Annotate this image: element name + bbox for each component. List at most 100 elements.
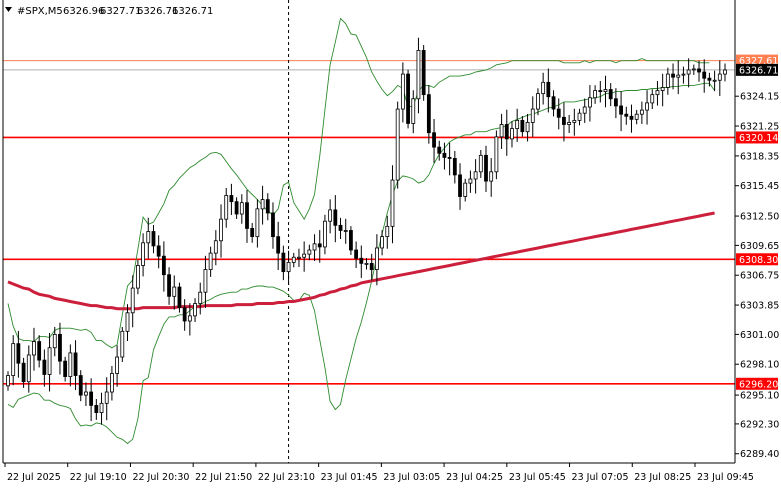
- candle-body[interactable]: [432, 132, 436, 148]
- candle-body[interactable]: [255, 208, 260, 238]
- candle-body[interactable]: [697, 68, 701, 73]
- candle-body[interactable]: [655, 90, 660, 96]
- candle-body[interactable]: [598, 90, 603, 92]
- candle-body[interactable]: [723, 69, 727, 75]
- candle-body[interactable]: [47, 347, 52, 375]
- candle-body[interactable]: [577, 112, 582, 121]
- candle-body[interactable]: [198, 291, 203, 304]
- candle-body[interactable]: [328, 209, 333, 222]
- candle-body[interactable]: [452, 158, 457, 176]
- candle-body[interactable]: [276, 236, 281, 254]
- candle-body[interactable]: [541, 81, 546, 95]
- candle-body[interactable]: [660, 87, 665, 91]
- candle-body[interactable]: [447, 157, 452, 159]
- candle-body[interactable]: [219, 218, 223, 242]
- candle-body[interactable]: [32, 341, 36, 356]
- candle-body[interactable]: [307, 249, 312, 255]
- candle-body[interactable]: [161, 255, 166, 276]
- candle-body[interactable]: [52, 333, 57, 349]
- candle-body[interactable]: [302, 253, 307, 258]
- candle-body[interactable]: [525, 122, 530, 133]
- candle-body[interactable]: [473, 171, 478, 180]
- candle-body[interactable]: [63, 360, 68, 377]
- candle-body[interactable]: [172, 286, 177, 297]
- candle-body[interactable]: [312, 243, 317, 251]
- candle-body[interactable]: [193, 303, 197, 317]
- candle-body[interactable]: [229, 195, 234, 203]
- candle-body[interactable]: [89, 391, 94, 406]
- candle-body[interactable]: [110, 373, 114, 393]
- candle-body[interactable]: [536, 93, 540, 110]
- candle-body[interactable]: [177, 286, 182, 309]
- candle-body[interactable]: [515, 119, 520, 130]
- candle-body[interactable]: [645, 102, 649, 111]
- candle-body[interactable]: [286, 261, 291, 273]
- candle-body[interactable]: [442, 152, 447, 158]
- candle-body[interactable]: [567, 122, 572, 125]
- candle-body[interactable]: [208, 252, 213, 270]
- candle-body[interactable]: [369, 262, 374, 270]
- candle-body[interactable]: [510, 128, 514, 140]
- candle-body[interactable]: [702, 71, 707, 79]
- candle-body[interactable]: [250, 228, 255, 238]
- candle-body[interactable]: [260, 199, 265, 210]
- candle-body[interactable]: [676, 74, 681, 78]
- candle-body[interactable]: [380, 236, 384, 249]
- candle-body[interactable]: [551, 96, 556, 110]
- chart-canvas[interactable]: 6289.40 6292.30 6295.10 6298.10 6301.00 6303.…: [0, 0, 781, 489]
- candle-body[interactable]: [99, 402, 104, 413]
- candle-body[interactable]: [271, 212, 275, 238]
- candle-body[interactable]: [374, 247, 379, 270]
- candle-body[interactable]: [608, 89, 613, 100]
- candle-body[interactable]: [499, 124, 504, 138]
- candle-body[interactable]: [556, 108, 561, 118]
- candle-body[interactable]: [478, 154, 483, 173]
- candle-body[interactable]: [717, 73, 722, 81]
- candle-body[interactable]: [338, 224, 343, 231]
- candle-body[interactable]: [359, 257, 364, 264]
- symbol-dropdown-icon[interactable]: [5, 7, 12, 12]
- candle-body[interactable]: [406, 73, 410, 124]
- candle-body[interactable]: [125, 312, 130, 332]
- candle-body[interactable]: [707, 77, 712, 81]
- candle-body[interactable]: [151, 231, 156, 247]
- candle-body[interactable]: [146, 231, 151, 244]
- candle-body[interactable]: [588, 97, 592, 108]
- candle-body[interactable]: [650, 94, 655, 104]
- candle-body[interactable]: [6, 375, 10, 387]
- candle-body[interactable]: [213, 240, 218, 254]
- candle-body[interactable]: [562, 116, 566, 125]
- candle-body[interactable]: [323, 220, 327, 248]
- candle-body[interactable]: [593, 90, 598, 99]
- candle-body[interactable]: [494, 136, 499, 173]
- candle-body[interactable]: [239, 202, 244, 215]
- candle-body[interactable]: [343, 230, 348, 232]
- candle-body[interactable]: [135, 265, 140, 289]
- candle-body[interactable]: [234, 201, 239, 215]
- candle-body[interactable]: [463, 182, 468, 197]
- candle-body[interactable]: [530, 108, 535, 123]
- candle-body[interactable]: [520, 119, 525, 133]
- candle-body[interactable]: [385, 225, 390, 238]
- candle-body[interactable]: [504, 124, 509, 140]
- candle-body[interactable]: [115, 356, 120, 374]
- candle-body[interactable]: [572, 119, 577, 123]
- candle-body[interactable]: [182, 307, 187, 322]
- candle-body[interactable]: [458, 174, 462, 197]
- candle-body[interactable]: [281, 252, 286, 273]
- candle-body[interactable]: [84, 391, 88, 396]
- candle-body[interactable]: [691, 68, 696, 71]
- candle-body[interactable]: [37, 341, 42, 361]
- candle-body[interactable]: [187, 315, 192, 322]
- candle-body[interactable]: [468, 178, 473, 184]
- candle-body[interactable]: [58, 333, 62, 362]
- candle-body[interactable]: [224, 195, 229, 220]
- candle-body[interactable]: [390, 179, 395, 227]
- candle-body[interactable]: [613, 98, 618, 107]
- candle-body[interactable]: [42, 359, 47, 375]
- candle-body[interactable]: [416, 50, 421, 100]
- candle-body[interactable]: [400, 73, 405, 110]
- candle-body[interactable]: [11, 343, 16, 376]
- candle-body[interactable]: [203, 269, 208, 293]
- price-chart[interactable]: 6289.40 6292.30 6295.10 6298.10 6301.00 6303.…: [0, 0, 781, 489]
